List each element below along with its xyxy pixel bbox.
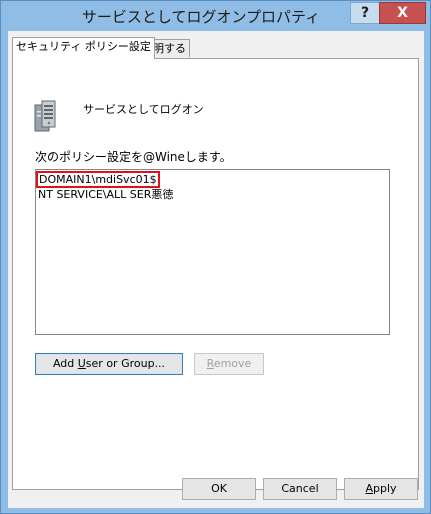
accounts-listbox[interactable]: DOMAIN1\mdiSvc01$ NT SERVICE\ALL SER悪徳 — [35, 169, 390, 335]
apply-label-mnemonic: A — [365, 482, 373, 495]
cancel-button[interactable]: Cancel — [263, 478, 337, 500]
add-label-pre: Add — [52, 357, 78, 370]
list-item[interactable]: DOMAIN1\mdiSvc01$ — [36, 171, 160, 188]
apply-label-post: pply — [373, 482, 397, 495]
add-user-or-group-button[interactable]: Add User or Group... — [35, 353, 183, 375]
list-item[interactable]: NT SERVICE\ALL SER悪徳 — [38, 186, 173, 202]
apply-button[interactable]: Apply — [344, 478, 418, 500]
remove-label-mnemonic: R — [206, 357, 214, 370]
server-icon — [33, 99, 57, 133]
add-label-post: ser or Group... — [85, 357, 166, 370]
policy-name: サービスとしてログオン — [83, 103, 204, 116]
remove-label-post: emove — [213, 357, 252, 370]
window-title: サービスとしてログオンプロパティ — [81, 8, 321, 26]
dialog-client-area: セキュリティ ポリシー設定 説明する サービスとしてログオン 次のポリシー設定を… — [8, 31, 424, 508]
help-button[interactable]: ? — [350, 2, 380, 24]
policy-caption: 次のポリシー設定を@Wineします。 — [35, 150, 232, 164]
tab-panel: サービスとしてログオン 次のポリシー設定を@Wineします。 DOMAIN1\m… — [12, 58, 419, 490]
tab-security-policy-setting[interactable]: セキュリティ ポリシー設定 — [12, 37, 155, 59]
title-bar[interactable]: サービスとしてログオンプロパティ ? X — [1, 1, 430, 31]
remove-button[interactable]: Remove — [194, 353, 264, 375]
ok-button[interactable]: OK — [182, 478, 256, 500]
properties-dialog: サービスとしてログオンプロパティ ? X セキュリティ ポリシー設定 説明する — [0, 0, 431, 514]
add-label-mnemonic: U — [77, 357, 86, 370]
close-button[interactable]: X — [379, 2, 426, 24]
